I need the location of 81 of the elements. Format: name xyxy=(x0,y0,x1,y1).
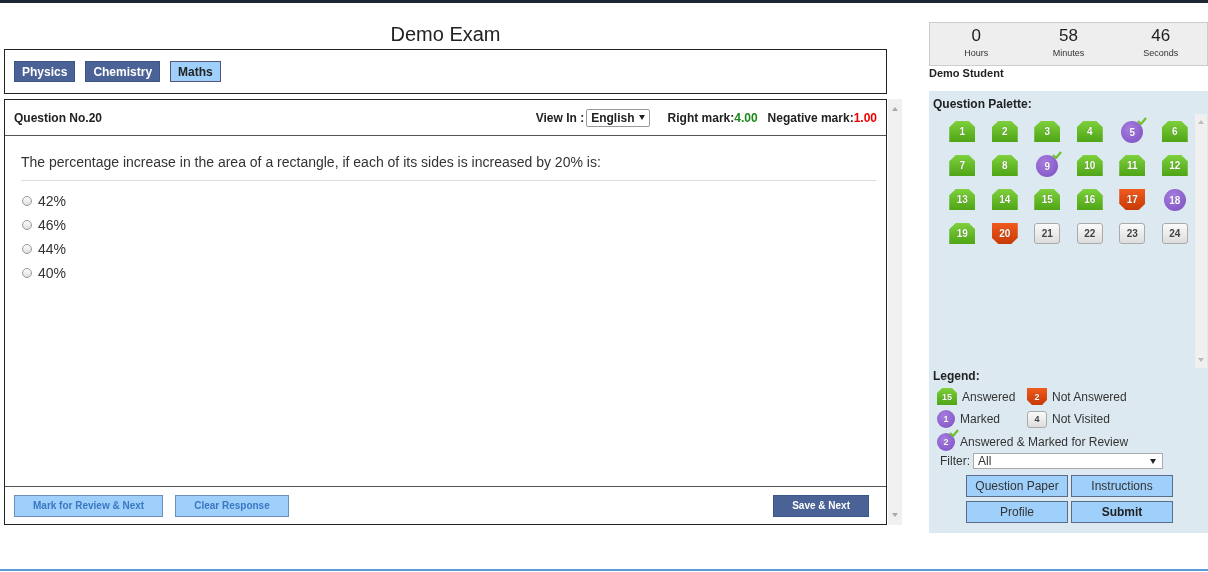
legend-label: Marked xyxy=(960,412,1000,426)
timer-unit: Hours xyxy=(964,48,989,58)
question-number: Question No.20 xyxy=(14,110,102,125)
radio-button[interactable] xyxy=(22,268,32,278)
timer-value: 0 xyxy=(971,26,981,46)
palette-button[interactable]: 4 xyxy=(1076,121,1103,142)
palette-button[interactable]: 10 xyxy=(1076,155,1103,176)
legend-badge: 15 xyxy=(937,388,957,405)
legend-label: Not Answered xyxy=(1052,389,1127,404)
side-button[interactable]: Question Paper xyxy=(966,475,1068,497)
legend-label: Not Visited xyxy=(1052,412,1110,426)
timer-value: 58 xyxy=(1059,26,1078,46)
exam-title: Demo Exam xyxy=(390,22,501,46)
palette-button[interactable]: 15 xyxy=(1034,189,1061,210)
palette-button[interactable]: 17 xyxy=(1119,189,1146,210)
filter-label: Filter: xyxy=(940,454,970,468)
negative-mark: Negative mark:1.00 xyxy=(767,110,877,125)
subject-tab[interactable]: Chemistry xyxy=(85,61,161,82)
check-icon xyxy=(949,429,959,437)
palette-button[interactable]: 3 xyxy=(1034,121,1061,142)
palette-button[interactable]: 1 xyxy=(949,121,976,142)
action-button[interactable]: Clear Response xyxy=(175,494,289,517)
scrollbar[interactable] xyxy=(1195,114,1207,368)
side-button[interactable]: Submit xyxy=(1071,501,1173,523)
timer-unit: Seconds xyxy=(1143,48,1179,58)
palette-button[interactable]: 11 xyxy=(1119,155,1146,176)
palette-title: Question Palette: xyxy=(933,97,1033,111)
save-button[interactable]: Save & Next xyxy=(773,494,869,517)
subject-tab[interactable]: Physics xyxy=(14,61,76,82)
legend-title: Legend: xyxy=(933,369,981,383)
palette-button[interactable]: 5 xyxy=(1121,121,1144,143)
palette-button[interactable]: 9 xyxy=(1036,155,1059,177)
palette-button[interactable]: 14 xyxy=(991,189,1018,210)
palette-button[interactable]: 6 xyxy=(1161,121,1188,142)
legend-label: Answered xyxy=(962,389,1016,404)
radio-button[interactable] xyxy=(22,220,32,230)
scroll-up-icon[interactable] xyxy=(1198,120,1204,124)
palette-button[interactable]: 2 xyxy=(991,121,1018,142)
timer-unit: Minutes xyxy=(1052,48,1085,58)
legend-badge: 2 xyxy=(937,433,955,451)
palette-button[interactable]: 18 xyxy=(1163,189,1186,211)
legend-badge: 1 xyxy=(937,410,955,428)
scroll-down-icon[interactable] xyxy=(1198,358,1204,362)
action-button[interactable]: Mark for Review & Next xyxy=(14,494,164,517)
radio-button[interactable] xyxy=(22,196,32,206)
palette-button[interactable]: 23 xyxy=(1119,223,1146,244)
palette-button[interactable]: 21 xyxy=(1034,223,1061,244)
filter-dropdown[interactable]: All xyxy=(973,453,1163,469)
scrollbar[interactable] xyxy=(888,99,902,525)
timer-value: 46 xyxy=(1151,26,1171,46)
side-button[interactable]: Profile xyxy=(966,501,1068,523)
legend-label: Answered & Marked for Review xyxy=(960,435,1129,449)
legend-badge: 2 xyxy=(1027,388,1047,405)
palette-button[interactable]: 20 xyxy=(991,223,1018,244)
check-icon xyxy=(1052,151,1063,159)
dropdown-arrow-icon xyxy=(1150,458,1156,464)
check-icon xyxy=(1137,117,1148,125)
language-dropdown[interactable]: English xyxy=(586,108,650,127)
palette-button[interactable]: 8 xyxy=(991,155,1018,176)
radio-button[interactable] xyxy=(22,244,32,254)
option-label: 42% xyxy=(38,193,67,209)
subject-tab[interactable]: Maths xyxy=(170,61,221,82)
palette-button[interactable]: 19 xyxy=(949,223,976,244)
legend-badge: 4 xyxy=(1027,410,1047,428)
palette-button[interactable]: 16 xyxy=(1076,189,1103,210)
question-text: The percentage increase in the area of a rectangle, if each of its sides is increased by 20% is: xyxy=(21,136,876,181)
scroll-down-icon[interactable] xyxy=(892,513,898,517)
option-label: 40% xyxy=(38,265,67,281)
dropdown-arrow-icon xyxy=(638,115,645,120)
palette-button[interactable]: 22 xyxy=(1076,223,1103,244)
view-in-label: View In : xyxy=(535,110,585,125)
side-button[interactable]: Instructions xyxy=(1071,475,1173,497)
palette-button[interactable]: 12 xyxy=(1161,155,1188,176)
option-label: 44% xyxy=(38,241,67,257)
student-name: Demo Student xyxy=(929,67,1005,81)
option-label: 46% xyxy=(38,217,67,233)
palette-button[interactable]: 13 xyxy=(949,189,976,210)
scroll-up-icon[interactable] xyxy=(892,107,898,111)
palette-button[interactable]: 24 xyxy=(1161,223,1188,244)
palette-button[interactable]: 7 xyxy=(949,155,976,176)
right-mark: Right mark:4.00 xyxy=(667,110,758,125)
